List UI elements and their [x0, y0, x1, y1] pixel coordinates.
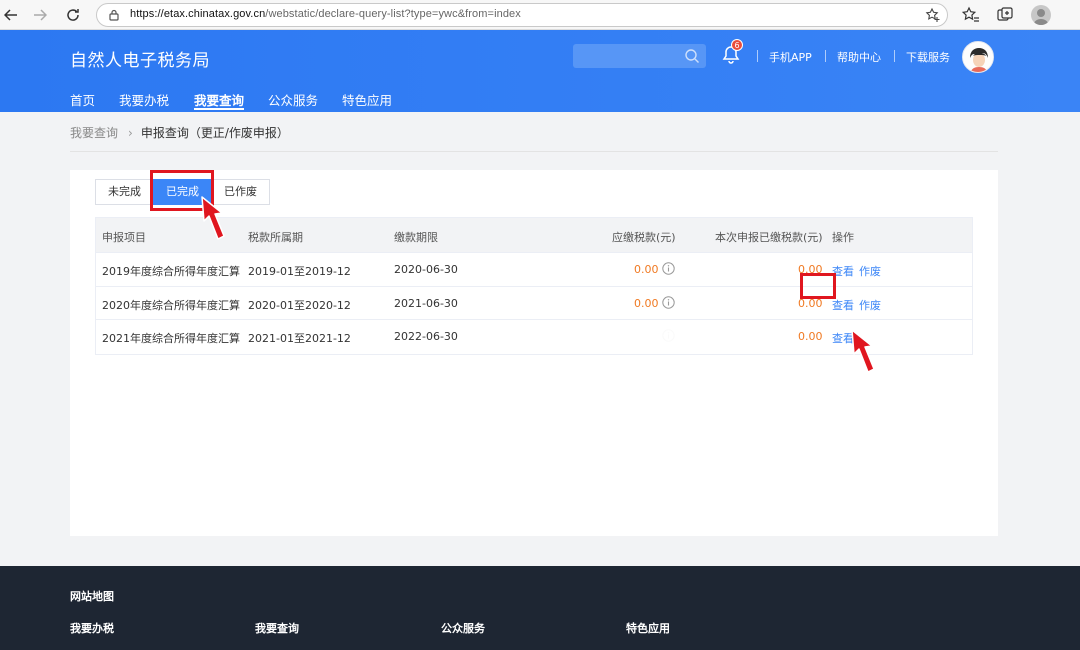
footer-column-title: 我要办税	[70, 622, 114, 635]
red-pointer-arrow-icon	[201, 196, 225, 240]
cell-tax-paid: 0.00	[798, 330, 823, 343]
url-text: https://etax.chinatax.gov.cn/webstatic/d…	[130, 8, 521, 20]
column-header: 税款所属期	[248, 231, 303, 244]
footer-title: 网站地图	[70, 590, 114, 603]
column-header: 应缴税款(元)	[612, 231, 676, 244]
address-bar[interactable]: https://etax.chinatax.gov.cn/webstatic/d…	[96, 3, 948, 27]
forward-arrow-icon[interactable]	[29, 4, 51, 26]
collections-icon[interactable]	[996, 6, 1014, 24]
column-header: 缴款期限	[394, 231, 438, 244]
browser-toolbar: https://etax.chinatax.gov.cn/webstatic/d…	[0, 0, 1080, 30]
site-title[interactable]: 自然人电子税务局	[70, 46, 210, 71]
header-divider	[825, 50, 826, 62]
back-arrow-icon[interactable]	[0, 4, 22, 26]
nav-active-indicator	[194, 108, 244, 110]
header-divider	[894, 50, 895, 62]
main-nav: 首页 我要办税 我要查询 公众服务 特色应用	[0, 86, 1080, 112]
tab-incomplete[interactable]: 未完成	[95, 179, 154, 205]
column-header: 申报项目	[102, 231, 146, 244]
help-center-link[interactable]: 帮助中心	[837, 49, 881, 65]
breadcrumb-divider	[70, 151, 998, 152]
refresh-icon[interactable]	[62, 4, 84, 26]
cell-period: 2019-01至2019-12	[248, 265, 351, 278]
cell-deadline: 2020-06-30	[394, 263, 458, 276]
url-host: https://etax.chinatax.gov.cn	[130, 8, 266, 20]
nav-public-service[interactable]: 公众服务	[268, 90, 318, 109]
url-path: /webstatic/declare-query-list?type=ywc&f…	[265, 8, 521, 20]
search-icon[interactable]	[684, 48, 700, 64]
void-link[interactable]: 作废	[859, 297, 881, 313]
cell-period: 2020-01至2020-12	[248, 298, 351, 312]
table-row: 2019年度综合所得年度汇算 2019-01至2019-12 2020-06-3…	[96, 253, 972, 287]
search-input[interactable]	[573, 44, 706, 68]
header-divider	[757, 50, 758, 62]
info-icon[interactable]	[662, 262, 675, 275]
cell-deadline: 2022-06-30	[394, 330, 458, 343]
cell-period: 2021-01至2021-12	[248, 332, 351, 345]
nav-home[interactable]: 首页	[70, 90, 95, 109]
nav-query[interactable]: 我要查询	[194, 90, 244, 109]
user-avatar-icon	[963, 42, 993, 72]
site-header: 自然人电子税务局 6 手机APP 帮助中心 下载服务 首页 我要办税 我要查询 …	[0, 30, 1080, 112]
cell-item: 2021年度综合所得年度汇算	[102, 332, 240, 345]
favorite-star-icon[interactable]	[925, 7, 941, 23]
nav-special-apps[interactable]: 特色应用	[342, 90, 392, 109]
user-avatar[interactable]	[962, 41, 994, 73]
column-header: 操作	[832, 231, 854, 244]
notification-badge: 6	[731, 39, 743, 51]
site-footer: 网站地图 我要办税 我要查询 公众服务 特色应用	[0, 566, 1080, 650]
mobile-app-link[interactable]: 手机APP	[769, 49, 812, 65]
cell-item: 2020年度综合所得年度汇算	[102, 298, 240, 312]
breadcrumb-chevron-icon: ›	[128, 126, 133, 140]
cell-tax-due: 0.00	[634, 296, 659, 310]
profile-avatar-icon[interactable]	[1031, 5, 1051, 25]
table-row: 2021年度综合所得年度汇算 2021-01至2021-12 2022-06-3…	[96, 320, 972, 354]
lock-icon	[109, 9, 119, 21]
nav-tax-handling[interactable]: 我要办税	[119, 90, 169, 109]
cell-item: 2019年度综合所得年度汇算	[102, 265, 240, 278]
footer-column-title: 我要查询	[255, 622, 299, 635]
cell-deadline: 2021-06-30	[394, 296, 458, 310]
info-icon[interactable]	[662, 295, 675, 309]
breadcrumb-parent[interactable]: 我要查询	[70, 126, 118, 140]
favorites-icon[interactable]	[962, 6, 980, 24]
breadcrumb-current: 申报查询（更正/作废申报）	[140, 126, 289, 140]
highlight-box	[800, 273, 836, 299]
red-pointer-arrow-icon	[851, 329, 875, 373]
table-row: 2020年度综合所得年度汇算 2020-01至2020-12 2021-06-3…	[96, 287, 972, 320]
breadcrumb: 我要查询 › 申报查询（更正/作废申报）	[70, 124, 289, 141]
blurred-region	[616, 325, 696, 349]
void-link[interactable]: 作废	[859, 263, 881, 279]
cell-tax-due: 0.00	[634, 263, 659, 276]
footer-column-title: 公众服务	[441, 622, 485, 635]
column-header: 本次申报已缴税款(元)	[715, 231, 823, 244]
footer-column-title: 特色应用	[626, 622, 670, 635]
download-service-link[interactable]: 下载服务	[906, 49, 950, 65]
